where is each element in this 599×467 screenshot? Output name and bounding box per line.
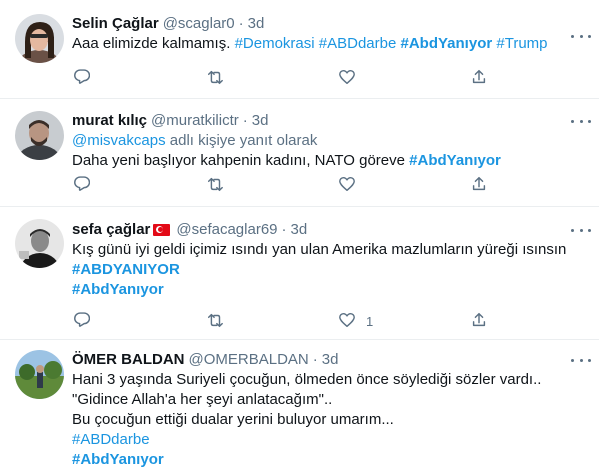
user-handle[interactable]: @sefacaglar69 xyxy=(176,220,277,240)
tweet-text: Aaa elimizde kalmamış. #Demokrasi #ABDda… xyxy=(72,34,585,54)
tweet-text-line: Aaa elimizde kalmamış. #Demokrasi #ABDda… xyxy=(72,34,585,54)
tweet-text: Kış günü iyi geldi içimiz ısındı yan ula… xyxy=(72,240,585,300)
retweet-button[interactable] xyxy=(206,311,224,331)
tweet-card[interactable]: ÖMER BALDAN @OMERBALDAN · 3d Hani 3 yaşı… xyxy=(0,340,599,467)
timestamp[interactable]: 3d xyxy=(252,111,269,131)
hashtag-link[interactable]: #ABDYANIYOR xyxy=(72,261,180,278)
tweet-text-line: "Gidince Allah'a her şeyi anlatacağım".. xyxy=(72,390,585,410)
timestamp[interactable]: 3d xyxy=(248,14,265,34)
timestamp[interactable]: 3d xyxy=(291,220,308,240)
tweet-card[interactable]: sefa çağlar @sefacaglar69 · 3d Kış günü … xyxy=(0,207,599,340)
hashtag-link[interactable]: #ABDdarbe xyxy=(319,35,397,52)
more-options-icon[interactable] xyxy=(571,30,591,42)
tweet-actions: 1 xyxy=(72,311,532,331)
heart-icon xyxy=(338,68,356,89)
tweet-text-line: #AbdYanıyor xyxy=(72,280,585,300)
more-options-icon[interactable] xyxy=(571,224,591,236)
user-handle[interactable]: @scaglar0 xyxy=(163,14,235,34)
hashtag-link[interactable]: #AbdYanıyor xyxy=(401,35,493,52)
separator-dot: · xyxy=(238,15,244,32)
tweet-header: murat kılıç @muratkilictr · 3d xyxy=(72,111,585,131)
hashtag-link[interactable]: #AbdYanıyor xyxy=(409,152,501,169)
tweet-text-line: #ABDYANIYOR xyxy=(72,260,585,280)
share-button[interactable] xyxy=(470,175,488,195)
avatar[interactable] xyxy=(15,350,64,399)
like-count: 1 xyxy=(366,313,374,329)
tweet-text-span: Kış günü iyi geldi içimiz ısındı yan ula… xyxy=(72,241,567,258)
tweet-text: Daha yeni başlıyor kahpenin kadını, NATO… xyxy=(72,151,585,171)
retweet-icon xyxy=(206,311,224,332)
heart-icon xyxy=(338,311,356,332)
tweet-text-line: #ABDdarbe xyxy=(72,430,585,450)
turkey-flag-icon xyxy=(153,224,171,236)
hashtag-link[interactable]: #Trump xyxy=(496,35,547,52)
separator-dot: · xyxy=(242,112,248,129)
separator-dot: · xyxy=(312,351,318,368)
tweet-text-line: Hani 3 yaşında Suriyeli çocuğun, ölmeden… xyxy=(72,370,585,390)
display-name[interactable]: Selin Çağlar xyxy=(72,14,159,34)
like-button[interactable] xyxy=(338,68,366,88)
display-name[interactable]: ÖMER BALDAN xyxy=(72,350,185,370)
hashtag-link[interactable]: #Demokrasi xyxy=(235,35,315,52)
retweet-button[interactable] xyxy=(206,175,224,195)
share-icon xyxy=(470,311,488,332)
reply-button[interactable] xyxy=(72,311,91,332)
tweet-text-span: Aaa elimizde kalmamış. xyxy=(72,35,235,52)
share-icon xyxy=(470,68,488,89)
reply-to-link[interactable]: @misvakcaps xyxy=(72,132,166,149)
tweet-actions xyxy=(72,175,532,195)
heart-icon xyxy=(338,175,356,196)
hashtag-link[interactable]: #AbdYanıyor xyxy=(72,281,164,298)
separator-dot: · xyxy=(281,221,287,238)
tweet-card[interactable]: murat kılıç @muratkilictr · 3d @misvakca… xyxy=(0,99,599,207)
retweet-icon xyxy=(206,175,224,196)
tweet-text-span: "Gidince Allah'a her şeyi anlatacağım".. xyxy=(72,391,333,408)
tweet-text-line: Bu çocuğun ettiği dualar yerini buluyor … xyxy=(72,410,585,430)
display-name[interactable]: sefa çağlar xyxy=(72,220,150,240)
like-button[interactable]: 1 xyxy=(338,311,373,331)
avatar[interactable] xyxy=(15,14,64,63)
reply-icon xyxy=(72,175,91,196)
more-options-icon[interactable] xyxy=(571,115,591,127)
like-button[interactable] xyxy=(338,175,366,195)
hashtag-link[interactable]: #AbdYanıyor xyxy=(72,451,164,467)
reply-to-label: adlı kişiye yanıt olarak xyxy=(165,132,318,149)
display-name[interactable]: murat kılıç xyxy=(72,111,147,131)
tweet-text-span: Daha yeni başlıyor kahpenin kadını, NATO… xyxy=(72,152,410,169)
tweet-header: Selin Çağlar @scaglar0 · 3d xyxy=(72,14,585,34)
tweet-text-line: #AbdYanıyor xyxy=(72,450,585,467)
tweet-header: ÖMER BALDAN @OMERBALDAN · 3d xyxy=(72,350,585,370)
reply-button[interactable] xyxy=(72,175,91,196)
share-button[interactable] xyxy=(470,311,488,331)
reply-context: @misvakcaps adlı kişiye yanıt olarak xyxy=(72,131,585,151)
tweet-text-span: Hani 3 yaşında Suriyeli çocuğun, ölmeden… xyxy=(72,371,542,388)
share-icon xyxy=(470,175,488,196)
reply-icon xyxy=(72,311,91,332)
tweet-text-line: Kış günü iyi geldi içimiz ısındı yan ula… xyxy=(72,240,585,260)
tweet-card[interactable]: Selin Çağlar @scaglar0 · 3d Aaa elimizde… xyxy=(0,0,599,99)
tweet-header: sefa çağlar @sefacaglar69 · 3d xyxy=(72,220,585,240)
tweet-feed: Selin Çağlar @scaglar0 · 3d Aaa elimizde… xyxy=(0,0,599,467)
retweet-button[interactable] xyxy=(206,68,224,88)
hashtag-link[interactable]: #ABDdarbe xyxy=(72,431,150,448)
more-options-icon[interactable] xyxy=(571,354,591,366)
share-button[interactable] xyxy=(470,68,488,88)
avatar[interactable] xyxy=(15,111,64,160)
tweet-text: Hani 3 yaşında Suriyeli çocuğun, ölmeden… xyxy=(72,370,585,467)
tweet-text-line: Daha yeni başlıyor kahpenin kadını, NATO… xyxy=(72,151,585,171)
user-handle[interactable]: @OMERBALDAN xyxy=(189,350,309,370)
reply-icon xyxy=(72,68,91,89)
tweet-text-span: Bu çocuğun ettiği dualar yerini buluyor … xyxy=(72,411,394,428)
reply-button[interactable] xyxy=(72,68,91,89)
user-handle[interactable]: @muratkilictr xyxy=(151,111,239,131)
retweet-icon xyxy=(206,68,224,89)
timestamp[interactable]: 3d xyxy=(322,350,339,370)
tweet-actions xyxy=(72,68,532,88)
avatar[interactable] xyxy=(15,219,64,268)
